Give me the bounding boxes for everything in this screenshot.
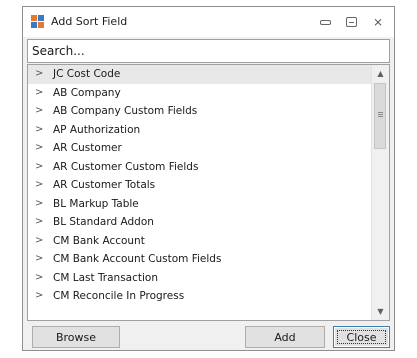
chevron-right-icon[interactable]: > — [35, 121, 43, 140]
list-item-label: CM Reconcile In Progress — [53, 290, 185, 302]
list-item-label: AB Company — [53, 86, 121, 99]
add-sort-field-dialog: Add Sort Field ⨯ > JC Cost Code > AB Compan… — [22, 6, 395, 351]
list-item[interactable]: > AR Customer Totals — [28, 176, 372, 195]
list-item-label: BL Standard Addon — [53, 216, 154, 228]
list-item-label: CM Last Transaction — [53, 271, 159, 284]
browse-button[interactable]: Browse — [32, 326, 120, 348]
chevron-right-icon[interactable]: > — [35, 65, 43, 84]
vertical-scrollbar[interactable]: ▲ ▼ — [371, 65, 389, 320]
list-item[interactable]: > AR Customer — [28, 139, 372, 158]
search-input[interactable] — [27, 39, 390, 63]
close-icon: ⨯ — [372, 15, 384, 29]
list-rows: > JC Cost Code > AB Company > AB Company Cust… — [28, 65, 372, 306]
list-item[interactable]: > CM Last Transaction — [28, 269, 372, 288]
list-item-label: AR Customer Totals — [53, 179, 156, 191]
list-item[interactable]: > CM Reconcile In Progress — [28, 287, 372, 306]
chevron-right-icon[interactable]: > — [35, 84, 43, 103]
list-item-label: CM Bank Account Custom Fields — [53, 253, 222, 265]
app-icon — [31, 15, 45, 29]
list-item-label: BL Markup Table — [53, 197, 139, 210]
list-item[interactable]: > CM Bank Account Custom Fields — [28, 250, 372, 269]
close-button[interactable]: Close — [333, 326, 390, 348]
add-button[interactable]: Add — [245, 326, 325, 348]
chevron-right-icon[interactable]: > — [35, 195, 43, 214]
list-item-label: AP Authorization — [53, 123, 141, 136]
window-title: Add Sort Field — [51, 15, 128, 28]
list-item-label: CM Bank Account — [53, 234, 145, 247]
list-item-label: JC Cost Code — [53, 68, 121, 80]
scroll-thumb[interactable] — [374, 83, 386, 149]
chevron-right-icon[interactable]: > — [35, 250, 43, 269]
scroll-up-icon[interactable]: ▲ — [372, 65, 389, 82]
maximize-icon — [346, 17, 357, 27]
chevron-right-icon[interactable]: > — [35, 287, 43, 306]
minimize-icon — [320, 20, 331, 25]
list-item[interactable]: > BL Standard Addon — [28, 213, 372, 232]
chevron-right-icon[interactable]: > — [35, 102, 43, 121]
list-item[interactable]: > AB Company Custom Fields — [28, 102, 372, 121]
list-item-label: AB Company Custom Fields — [53, 105, 198, 117]
chevron-right-icon[interactable]: > — [35, 269, 43, 288]
chevron-right-icon[interactable]: > — [35, 213, 43, 232]
list-item[interactable]: > AP Authorization — [28, 121, 372, 140]
list-item[interactable]: > BL Markup Table — [28, 195, 372, 214]
chevron-right-icon[interactable]: > — [35, 232, 43, 251]
maximize-button[interactable] — [341, 13, 363, 31]
scroll-down-icon[interactable]: ▼ — [372, 303, 389, 320]
title-bar[interactable]: Add Sort Field ⨯ — [23, 7, 394, 37]
close-window-button[interactable]: ⨯ — [367, 13, 389, 31]
list-item[interactable]: > AB Company — [28, 84, 372, 103]
close-button-label: Close — [346, 330, 377, 344]
list-item[interactable]: > JC Cost Code — [28, 65, 372, 84]
chevron-right-icon[interactable]: > — [35, 139, 43, 158]
list-item[interactable]: > CM Bank Account — [28, 232, 372, 251]
minimize-button[interactable] — [315, 13, 337, 31]
list-item-label: AR Customer — [53, 142, 122, 154]
chevron-right-icon[interactable]: > — [35, 158, 43, 177]
sort-field-list[interactable]: > JC Cost Code > AB Company > AB Company Cust… — [27, 64, 390, 321]
list-item-label: AR Customer Custom Fields — [53, 160, 199, 173]
chevron-right-icon[interactable]: > — [35, 176, 43, 195]
list-item[interactable]: > AR Customer Custom Fields — [28, 158, 372, 177]
